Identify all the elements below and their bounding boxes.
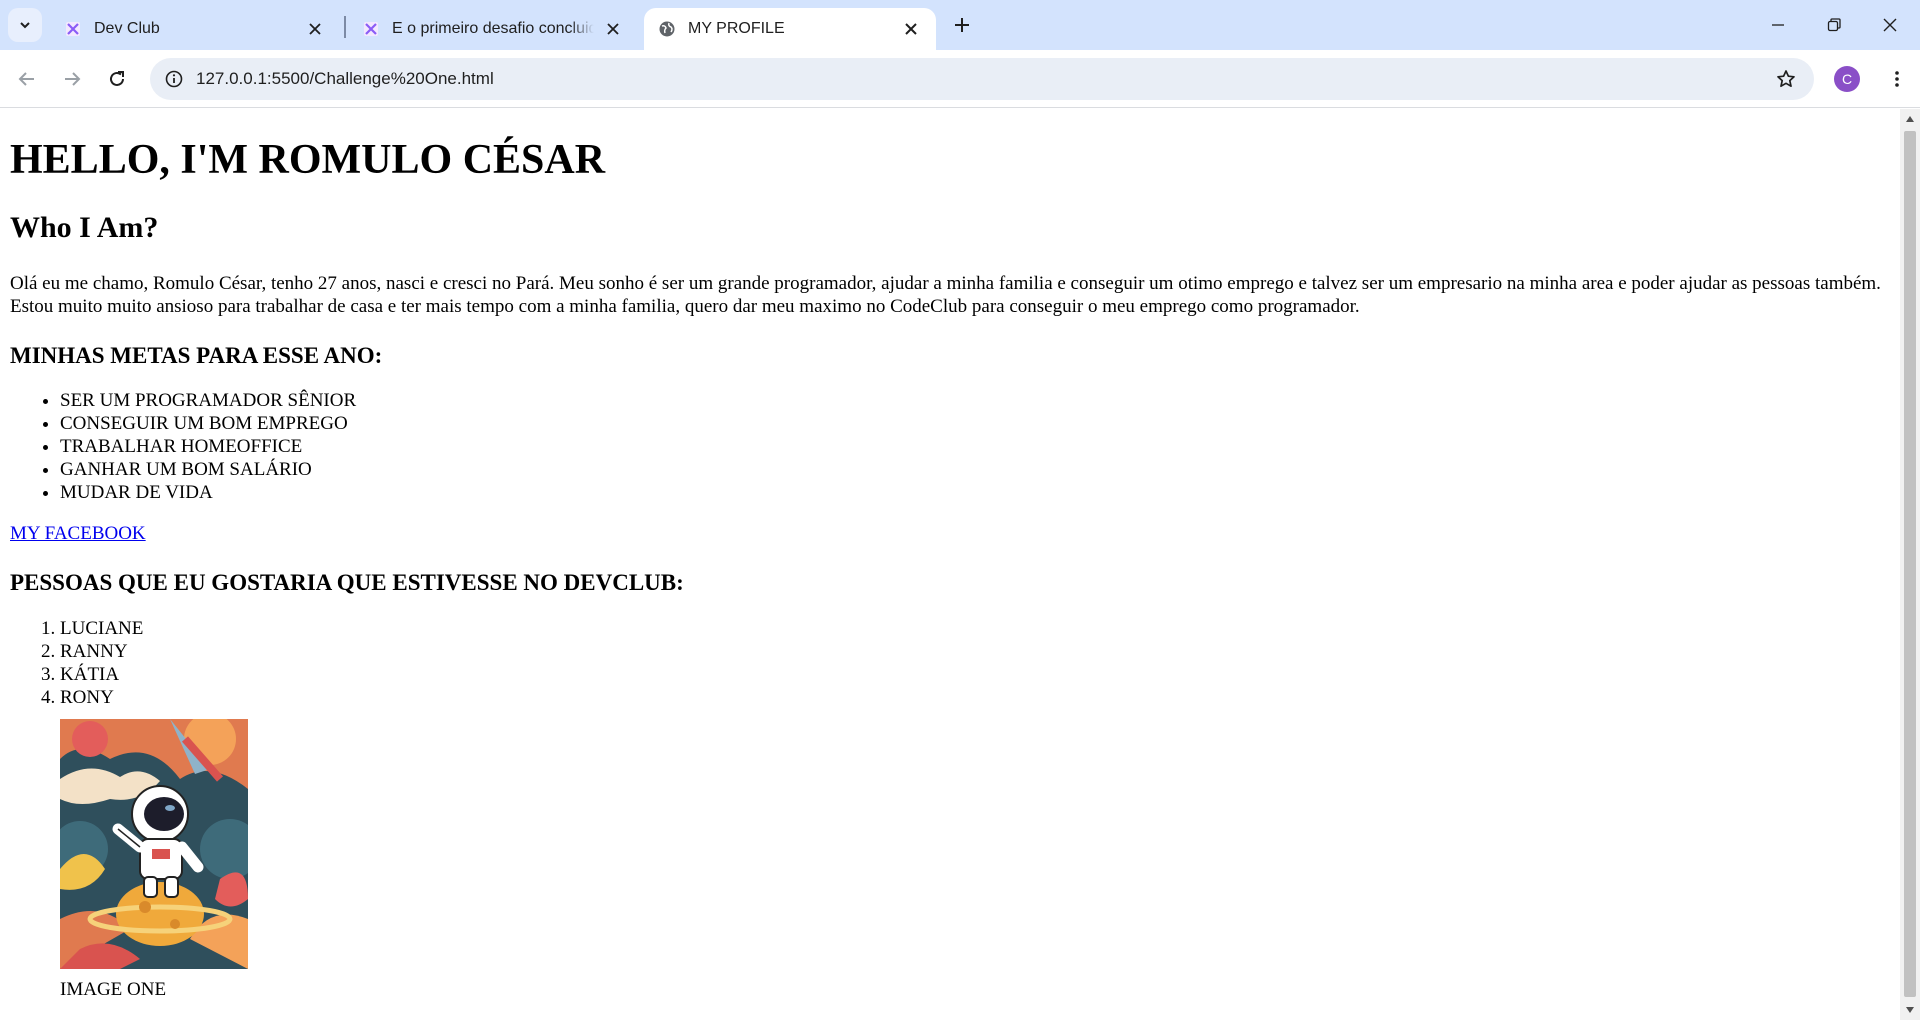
tab-separator [344,16,346,38]
plus-icon [955,18,969,32]
about-heading: Who I Am? [10,211,159,245]
tab-my-profile[interactable]: MY PROFILE [644,8,936,50]
astronaut-image [52,712,260,969]
close-icon[interactable] [900,18,922,40]
list-item: TRABALHAR HOMEOFFICE [60,435,1890,458]
arrow-left-icon [18,72,34,86]
new-tab-button[interactable] [947,10,977,40]
browser-menu-button[interactable] [1880,62,1914,96]
about-paragraph: Olá eu me chamo, Romulo César, tenho 27 … [10,272,1881,317]
arrow-right-icon [65,72,81,86]
restore-icon [1827,18,1841,32]
tab-title: E o primeiro desafio concluido [392,20,594,37]
tab-strip: Dev Club E o primeiro desafio concluido … [0,0,1920,50]
chevron-down-icon [20,22,30,29]
image-caption: IMAGE ONE [60,978,167,1000]
site-info-icon[interactable] [162,67,186,91]
goals-list: SER UM PROGRAMADOR SÊNIOR CONSEGUIR UM B… [10,389,1890,504]
minimize-button[interactable] [1750,0,1806,50]
scrollbar-thumb[interactable] [1904,131,1916,997]
list-item: RONY [60,686,1890,709]
devclub-icon [364,22,378,36]
bookmark-star-icon[interactable] [1774,67,1798,91]
close-icon[interactable] [304,18,326,40]
scroll-down-button[interactable] [1900,1000,1920,1020]
list-item: CONSEGUIR UM BOM EMPREGO [60,412,1890,435]
goals-heading: MINHAS METAS PARA ESSE ANO: [10,342,383,368]
profile-page: HELLO, I'M ROMULO CÉSAR Who I Am? Olá eu… [0,136,1900,1001]
more-vert-icon [1895,71,1899,87]
globe-icon [659,21,675,37]
triangle-down-icon [1906,1007,1914,1013]
triangle-up-icon [1906,116,1914,122]
restore-button[interactable] [1806,0,1862,50]
list-item: SER UM PROGRAMADOR SÊNIOR [60,389,1890,412]
devclub-icon [66,22,80,36]
tab-desafio[interactable]: E o primeiro desafio concluido [348,8,638,50]
page-title: HELLO, I'M ROMULO CÉSAR [10,137,606,183]
profile-avatar[interactable]: C [1834,66,1860,92]
close-window-button[interactable] [1862,0,1918,50]
list-item: MUDAR DE VIDA [60,481,1890,504]
people-list: LUCIANE RANNY KÁTIA RONY [10,617,1890,709]
back-button[interactable] [10,62,44,96]
page-scrollbar[interactable] [1900,109,1920,1020]
tab-title: MY PROFILE [688,20,785,37]
list-item: GANHAR UM BOM SALÁRIO [60,458,1890,481]
forward-button[interactable] [55,62,89,96]
people-heading: PESSOAS QUE EU GOSTARIA QUE ESTIVESSE NO… [10,570,684,596]
browser-toolbar: 127.0.0.1:5500/Challenge%20One.html C [0,50,1920,108]
tab-search-button[interactable] [8,8,42,42]
tab-title: Dev Club [94,20,160,37]
image-figure: IMAGE ONE [52,712,260,1001]
page-viewport: HELLO, I'M ROMULO CÉSAR Who I Am? Olá eu… [0,109,1900,1020]
scroll-up-button[interactable] [1900,109,1920,129]
close-icon [1883,18,1897,32]
reload-icon [110,71,124,86]
list-item: LUCIANE [60,617,1890,640]
reload-button[interactable] [100,62,134,96]
url-text[interactable]: 127.0.0.1:5500/Challenge%20One.html [196,69,494,89]
list-item: KÁTIA [60,663,1890,686]
facebook-link[interactable]: MY FACEBOOK [10,523,146,545]
minimize-icon [1772,24,1784,26]
close-icon[interactable] [602,18,624,40]
tab-dev-club[interactable]: Dev Club [50,8,340,50]
address-bar[interactable]: 127.0.0.1:5500/Challenge%20One.html [150,58,1814,100]
list-item: RANNY [60,640,1890,663]
